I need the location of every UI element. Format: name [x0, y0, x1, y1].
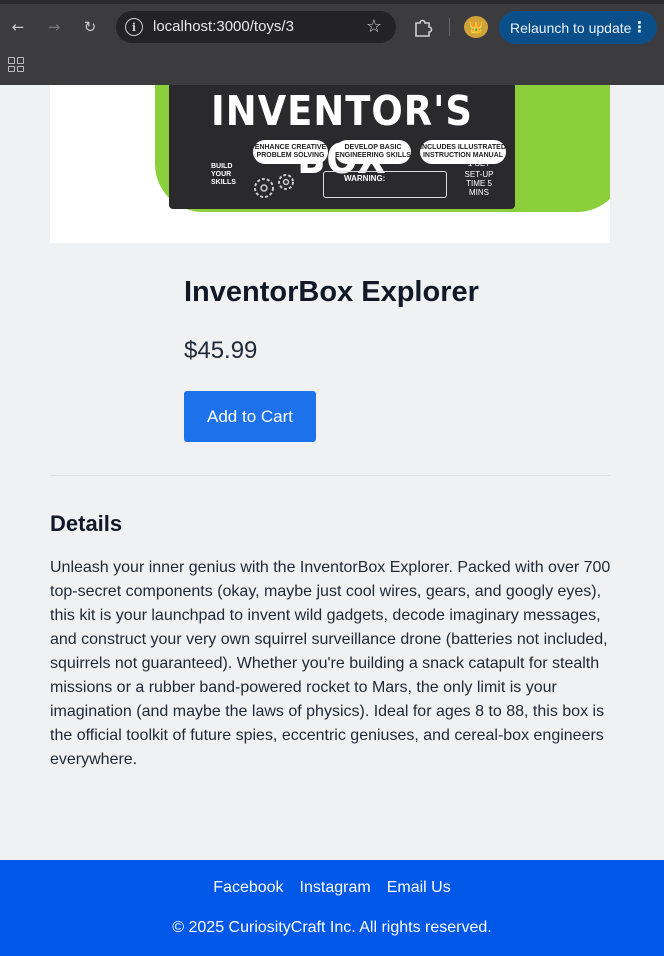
box-set-count: 1 SET — [467, 159, 491, 168]
box-setup-time: SET-UP TIME 5 MINS — [464, 170, 494, 197]
section-divider — [50, 475, 610, 476]
box-set-info: 1 SET SET-UP TIME 5 MINS — [459, 159, 499, 197]
browser-toolbar: ← → ↻ i localhost:3000/toys/3 ☆ 👑 Relaun… — [0, 0, 664, 85]
box-label: INVENTOR'S BOX ENHANCE CREATIVE PROBLEM … — [169, 85, 515, 209]
tab-strip — [0, 0, 664, 4]
bookmark-star-icon[interactable]: ☆ — [366, 16, 382, 37]
box-warning-label: WARNING: — [323, 171, 447, 198]
back-arrow-icon[interactable]: ← — [8, 17, 28, 37]
footer-link-instagram[interactable]: Instagram — [300, 879, 371, 897]
box-pill-1: ENHANCE CREATIVE PROBLEM SOLVING — [253, 140, 328, 164]
url-text[interactable]: localhost:3000/toys/3 — [153, 18, 294, 35]
gears-icon — [254, 174, 294, 198]
product-image: INVENTOR'S BOX ENHANCE CREATIVE PROBLEM … — [50, 85, 610, 243]
copyright-text: © 2025 CuriosityCraft Inc. All rights re… — [172, 919, 492, 936]
footer-links: Facebook Instagram Email Us — [0, 879, 664, 897]
footer-link-facebook[interactable]: Facebook — [213, 879, 283, 897]
product-price: $45.99 — [184, 337, 258, 364]
apps-grid-icon[interactable] — [8, 57, 24, 72]
box-pill-2: DEVELOP BASIC ENGINEERING SKILLS — [335, 140, 411, 164]
toolbar-separator — [449, 18, 450, 36]
box-side-label: BUILD YOUR SKILLS — [211, 163, 236, 186]
relaunch-to-update-button[interactable]: Relaunch to update ⋮ — [499, 11, 657, 44]
profile-avatar-icon[interactable]: 👑 — [464, 16, 488, 38]
relaunch-label: Relaunch to update — [510, 19, 632, 36]
product-page: INVENTOR'S BOX ENHANCE CREATIVE PROBLEM … — [0, 85, 664, 860]
add-to-cart-button[interactable]: Add to Cart — [184, 391, 316, 442]
reload-icon[interactable]: ↻ — [80, 17, 100, 37]
footer-link-email[interactable]: Email Us — [387, 879, 451, 897]
address-bar[interactable]: i localhost:3000/toys/3 ☆ — [116, 11, 396, 43]
details-heading: Details — [50, 511, 123, 536]
site-info-icon[interactable]: i — [125, 18, 143, 36]
forward-arrow-icon[interactable]: → — [44, 17, 64, 37]
extensions-puzzle-icon[interactable] — [412, 16, 434, 38]
site-footer: Facebook Instagram Email Us © 2025 Curio… — [0, 860, 664, 956]
more-menu-icon[interactable]: ⋮ — [632, 18, 647, 36]
product-title: InventorBox Explorer — [184, 276, 479, 308]
details-description: Unleash your inner genius with the Inven… — [50, 559, 611, 768]
